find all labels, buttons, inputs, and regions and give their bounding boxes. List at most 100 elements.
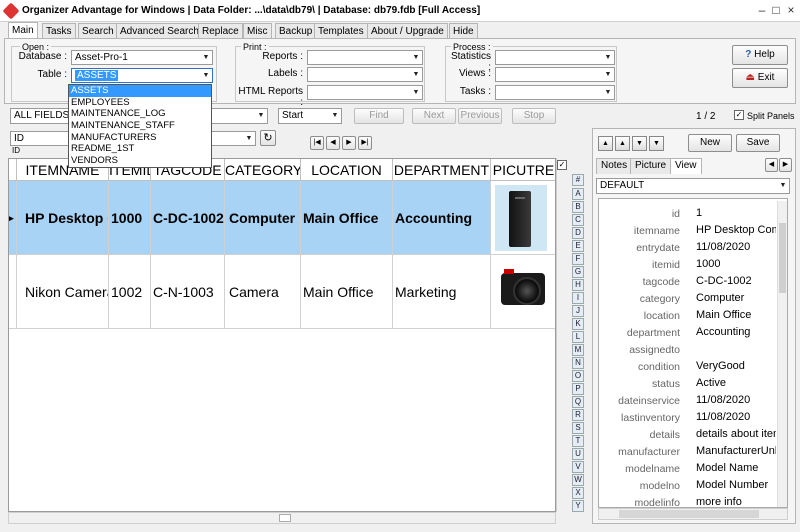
- tab-advanced-search[interactable]: Advanced Search: [116, 23, 203, 39]
- alpha-index-item[interactable]: R: [572, 409, 584, 421]
- dropdown-item[interactable]: ASSETS: [69, 85, 211, 97]
- previous-button[interactable]: Previous: [458, 108, 502, 124]
- field-value[interactable]: details about item: [696, 428, 776, 440]
- alpha-index-item[interactable]: L: [572, 331, 584, 343]
- field-value[interactable]: VeryGood: [696, 360, 776, 372]
- scrollbar-thumb[interactable]: [779, 223, 786, 293]
- cell-category[interactable]: Camera: [225, 255, 301, 329]
- alpha-index-item[interactable]: M: [572, 344, 584, 356]
- cell-itemname[interactable]: Nikon Camera: [17, 255, 109, 329]
- dropdown-item[interactable]: MAINTENANCE_STAFF: [69, 120, 211, 132]
- cell-picture[interactable]: [491, 255, 555, 329]
- cell-itemid[interactable]: 1000: [109, 181, 151, 255]
- alpha-index-item[interactable]: P: [572, 383, 584, 395]
- save-button[interactable]: Save: [736, 134, 780, 152]
- field-value[interactable]: 11/08/2020: [696, 394, 776, 406]
- tab-backup[interactable]: Backup: [275, 23, 317, 39]
- chevron-left-icon[interactable]: ◀: [765, 158, 778, 172]
- cell-category[interactable]: Computer: [225, 181, 301, 255]
- dropdown-item[interactable]: MAINTENANCE_LOG: [69, 108, 211, 120]
- alpha-index-item[interactable]: W: [572, 474, 584, 486]
- labels-select[interactable]: ▼: [307, 67, 423, 82]
- tab-picture[interactable]: Picture: [630, 158, 672, 174]
- field-value[interactable]: Model Name: [696, 462, 776, 474]
- alpha-index-item[interactable]: X: [572, 487, 584, 499]
- column-header-category[interactable]: CATEGORY: [225, 159, 301, 181]
- cell-department[interactable]: Marketing: [393, 255, 491, 329]
- tab-notes[interactable]: Notes: [596, 158, 633, 174]
- statistics-select[interactable]: ▼: [495, 50, 615, 65]
- exit-button[interactable]: ⏏ Exit: [732, 68, 788, 88]
- view-select[interactable]: DEFAULT ▼: [596, 178, 790, 194]
- cell-itemname[interactable]: HP Desktop Computer: [17, 181, 109, 255]
- tab-hide[interactable]: Hide: [449, 23, 478, 39]
- column-header-picture[interactable]: PICUTRE: [491, 159, 555, 181]
- alpha-index-item[interactable]: Y: [572, 500, 584, 512]
- next-record-icon[interactable]: ▶: [342, 136, 356, 150]
- stop-button[interactable]: Stop: [512, 108, 556, 124]
- find-button[interactable]: Find: [354, 108, 404, 124]
- alpha-index-item[interactable]: T: [572, 435, 584, 447]
- alpha-index-item[interactable]: C: [572, 214, 584, 226]
- cell-itemid[interactable]: 1002: [109, 255, 151, 329]
- alpha-index-item[interactable]: A: [572, 188, 584, 200]
- html-reports-select[interactable]: ▼: [307, 85, 423, 100]
- tab-tasks[interactable]: Tasks: [42, 23, 76, 39]
- field-value[interactable]: 11/08/2020: [696, 411, 776, 423]
- cell-tagcode[interactable]: C-DC-1002: [151, 181, 225, 255]
- field-value[interactable]: ManufacturerUnknown: [696, 445, 776, 457]
- first-record-icon[interactable]: |◀: [310, 136, 324, 150]
- new-button[interactable]: New: [688, 134, 732, 152]
- next-record-icon[interactable]: ▼: [632, 136, 647, 151]
- dropdown-item[interactable]: EMPLOYEES: [69, 97, 211, 109]
- help-button[interactable]: ? Help: [732, 45, 788, 65]
- grid-select-checkbox[interactable]: ✓: [557, 160, 567, 170]
- chevron-right-icon[interactable]: ▶: [779, 158, 792, 172]
- cell-location[interactable]: Main Office: [301, 181, 393, 255]
- tab-templates[interactable]: Templates: [314, 23, 368, 39]
- field-value[interactable]: Main Office: [696, 309, 776, 321]
- grid-horizontal-scrollbar[interactable]: [8, 512, 556, 524]
- alpha-index-item[interactable]: V: [572, 461, 584, 473]
- close-icon[interactable]: ×: [785, 4, 797, 16]
- column-header-department[interactable]: DEPARTMENT: [393, 159, 491, 181]
- table-select[interactable]: ASSETS ▼: [71, 68, 213, 83]
- last-record-icon[interactable]: ▼: [649, 136, 664, 151]
- prev-record-icon[interactable]: ◀: [326, 136, 340, 150]
- field-value[interactable]: Active: [696, 377, 776, 389]
- field-value[interactable]: C-DC-1002: [696, 275, 776, 287]
- fields-vertical-scrollbar[interactable]: [777, 201, 787, 507]
- refresh-icon[interactable]: ↻: [260, 130, 276, 146]
- alpha-index-item[interactable]: I: [572, 292, 584, 304]
- tab-search[interactable]: Search: [78, 23, 118, 39]
- field-value[interactable]: Computer: [696, 292, 776, 304]
- search-start-select[interactable]: Start ▼: [278, 108, 342, 124]
- field-value[interactable]: Accounting: [696, 326, 776, 338]
- grid-vertical-scrollbar[interactable]: [556, 158, 568, 512]
- field-value[interactable]: HP Desktop Computer: [696, 224, 776, 236]
- field-value[interactable]: 11/08/2020: [696, 241, 776, 253]
- alpha-index-item[interactable]: H: [572, 279, 584, 291]
- alpha-index-item[interactable]: K: [572, 318, 584, 330]
- field-value[interactable]: more info: [696, 496, 776, 507]
- tab-about-upgrade[interactable]: About / Upgrade: [367, 23, 448, 39]
- alpha-index-item[interactable]: U: [572, 448, 584, 460]
- split-panels-checkbox[interactable]: ✓: [734, 110, 744, 120]
- alpha-index-item[interactable]: #: [572, 174, 584, 186]
- cell-location[interactable]: Main Office: [301, 255, 393, 329]
- tab-misc[interactable]: Misc: [243, 23, 272, 39]
- field-value[interactable]: 1000: [696, 258, 776, 270]
- alpha-index-item[interactable]: J: [572, 305, 584, 317]
- views-select[interactable]: ▼: [495, 67, 615, 82]
- field-value[interactable]: Model Number: [696, 479, 776, 491]
- cell-picture[interactable]: [491, 181, 555, 255]
- column-header-location[interactable]: LOCATION: [301, 159, 393, 181]
- reports-select[interactable]: ▼: [307, 50, 423, 65]
- alpha-index-item[interactable]: Q: [572, 396, 584, 408]
- alpha-index-item[interactable]: D: [572, 227, 584, 239]
- field-value[interactable]: 1: [696, 207, 776, 219]
- alpha-index-item[interactable]: E: [572, 240, 584, 252]
- cell-tagcode[interactable]: C-N-1003: [151, 255, 225, 329]
- alpha-index-item[interactable]: S: [572, 422, 584, 434]
- tasks-select[interactable]: ▼: [495, 85, 615, 100]
